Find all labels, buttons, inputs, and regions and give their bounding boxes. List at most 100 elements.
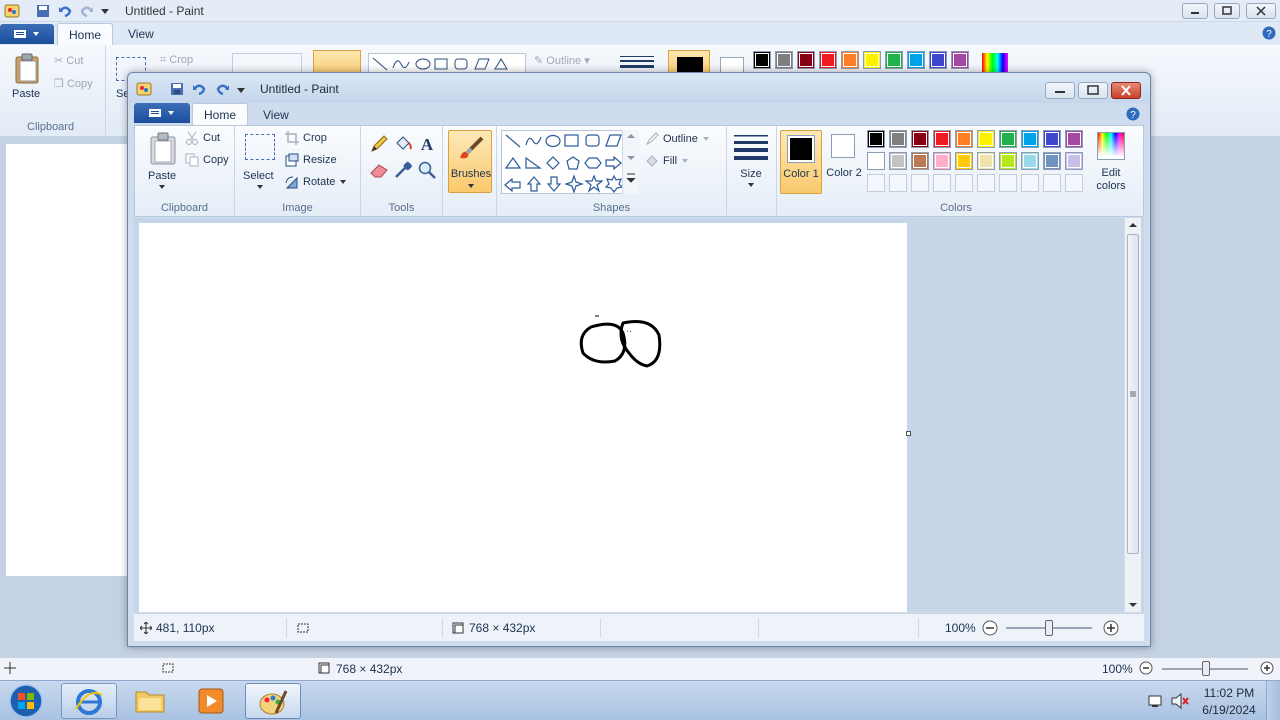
bg-tab-home[interactable]: Home	[57, 23, 113, 45]
bg-crop-button[interactable]: ⌗ Crop	[160, 54, 193, 67]
custom-color-slot[interactable]	[977, 174, 995, 192]
zoom-slider-thumb[interactable]	[1045, 620, 1053, 636]
brushes-button[interactable]: Brushes	[448, 130, 492, 193]
edit-colors-button[interactable]: Edit colors	[1091, 130, 1131, 194]
custom-color-slot[interactable]	[867, 174, 885, 192]
color-swatch[interactable]	[999, 152, 1017, 170]
color-swatch[interactable]	[1065, 130, 1083, 148]
select-button[interactable]: Select	[243, 130, 277, 190]
scroll-down-icon[interactable]	[1128, 601, 1138, 609]
volume-muted-icon[interactable]	[1171, 693, 1189, 709]
bg-paste-icon[interactable]	[14, 53, 40, 85]
bg-outline-button[interactable]: ✎ Outline ▾	[534, 54, 590, 67]
bg-color-swatch[interactable]	[907, 51, 925, 69]
paint-app-icon[interactable]	[4, 3, 20, 19]
bg-color-swatch[interactable]	[929, 51, 947, 69]
custom-color-slot[interactable]	[889, 174, 907, 192]
bg-minimize-button[interactable]	[1182, 3, 1208, 19]
taskbar-media-player-button[interactable]	[184, 683, 240, 719]
bg-color-swatch[interactable]	[863, 51, 881, 69]
custom-color-slot[interactable]	[999, 174, 1017, 192]
paste-button[interactable]: Paste	[143, 130, 183, 190]
copy-button[interactable]: Copy	[185, 153, 229, 167]
color-swatch[interactable]	[955, 130, 973, 148]
scroll-up-icon[interactable]	[1128, 221, 1138, 229]
shapes-gallery[interactable]	[501, 130, 639, 194]
color-swatch[interactable]	[1021, 130, 1039, 148]
undo-icon[interactable]	[192, 82, 206, 96]
custom-color-slot[interactable]	[933, 174, 951, 192]
close-button[interactable]	[1111, 82, 1141, 99]
custom-color-slot[interactable]	[911, 174, 929, 192]
bg-close-button[interactable]	[1246, 3, 1276, 19]
color1-button[interactable]: Color 1	[780, 130, 822, 194]
color-swatch[interactable]	[955, 152, 973, 170]
paint-app-icon[interactable]	[136, 81, 152, 97]
bg-color-swatch[interactable]	[797, 51, 815, 69]
custom-color-slot[interactable]	[1065, 174, 1083, 192]
taskbar-paint-button[interactable]	[245, 683, 301, 719]
magnifier-icon[interactable]	[417, 160, 437, 180]
quick-access-dropdown-icon[interactable]	[100, 6, 110, 16]
taskbar-explorer-button[interactable]	[122, 683, 178, 719]
zoom-in-icon[interactable]	[1103, 620, 1119, 636]
outline-button[interactable]: Outline	[645, 132, 710, 146]
custom-color-slot[interactable]	[955, 174, 973, 192]
bg-color-swatch[interactable]	[951, 51, 969, 69]
color-swatch[interactable]	[1021, 152, 1039, 170]
tab-view[interactable]: View	[263, 108, 289, 122]
tab-home[interactable]: Home	[192, 103, 248, 126]
bg-canvas[interactable]	[6, 144, 128, 576]
color-swatch[interactable]	[977, 130, 995, 148]
canvas-resize-handle[interactable]	[906, 431, 911, 436]
bg-copy-button[interactable]: ❐ Copy	[54, 77, 93, 90]
scroll-thumb[interactable]	[1127, 234, 1139, 554]
undo-icon[interactable]	[58, 4, 72, 18]
bg-maximize-button[interactable]	[1214, 3, 1240, 19]
fill-bucket-icon[interactable]	[393, 134, 413, 154]
size-button[interactable]: Size	[731, 130, 771, 194]
bg-color-swatch[interactable]	[841, 51, 859, 69]
color-swatch[interactable]	[911, 130, 929, 148]
save-icon[interactable]	[170, 82, 184, 96]
bg-zoom-slider-thumb[interactable]	[1202, 661, 1210, 676]
bg-zoom-out-icon[interactable]	[1139, 661, 1153, 675]
rotate-button[interactable]: Rotate	[285, 175, 347, 189]
minimize-button[interactable]	[1045, 82, 1075, 99]
color-swatch[interactable]	[977, 152, 995, 170]
action-center-flag-icon[interactable]	[1147, 693, 1163, 709]
drawing-canvas[interactable]	[139, 223, 907, 612]
zoom-out-icon[interactable]	[982, 620, 998, 636]
color-swatch[interactable]	[867, 152, 885, 170]
bg-size-icon[interactable]	[620, 55, 654, 69]
custom-color-slot[interactable]	[1021, 174, 1039, 192]
clock-time[interactable]: 11:02 PM	[1203, 686, 1255, 700]
custom-color-slot[interactable]	[1043, 174, 1061, 192]
color-swatch[interactable]	[911, 152, 929, 170]
shapes-scroll[interactable]	[622, 130, 639, 194]
color-swatch[interactable]	[889, 130, 907, 148]
color-swatch[interactable]	[889, 152, 907, 170]
color-swatch[interactable]	[1043, 130, 1061, 148]
save-icon[interactable]	[36, 4, 50, 18]
color-swatch[interactable]	[933, 152, 951, 170]
bg-color-swatch[interactable]	[819, 51, 837, 69]
help-icon[interactable]: ?	[1126, 107, 1140, 121]
clock-date[interactable]: 6/19/2024	[1200, 703, 1258, 717]
bg-tab-view[interactable]: View	[128, 27, 154, 41]
bg-color-swatch[interactable]	[885, 51, 903, 69]
fill-button[interactable]: Fill	[645, 154, 689, 168]
help-icon[interactable]: ?	[1262, 26, 1276, 40]
color-swatch[interactable]	[867, 130, 885, 148]
text-tool-icon[interactable]: A	[417, 134, 437, 154]
quick-access-dropdown-icon[interactable]	[236, 85, 246, 95]
redo-icon[interactable]	[80, 4, 94, 18]
bg-paste-label[interactable]: Paste	[12, 88, 40, 100]
color-swatch[interactable]	[1043, 152, 1061, 170]
eraser-icon[interactable]	[369, 160, 389, 180]
bg-color-swatch[interactable]	[753, 51, 771, 69]
color-swatch[interactable]	[1065, 152, 1083, 170]
color-picker-icon[interactable]	[393, 160, 413, 180]
show-desktop-button[interactable]	[1266, 681, 1280, 720]
resize-button[interactable]: Resize	[285, 153, 337, 167]
